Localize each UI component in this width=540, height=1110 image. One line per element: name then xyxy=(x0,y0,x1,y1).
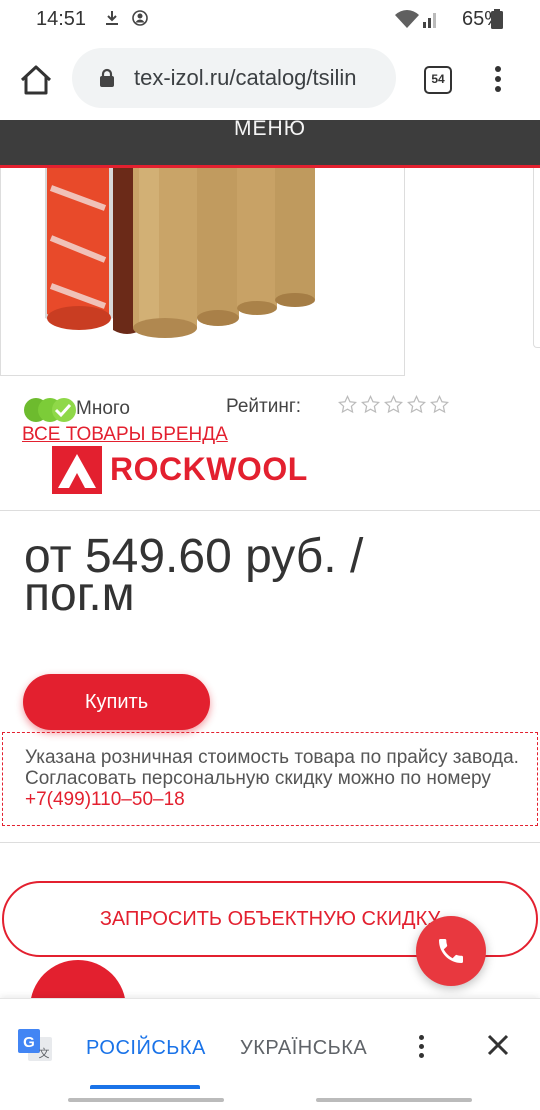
gesture-navigation xyxy=(0,1090,540,1110)
translate-menu-icon[interactable] xyxy=(414,1033,428,1061)
carousel-edge xyxy=(533,168,540,348)
rating-stars[interactable] xyxy=(338,395,449,417)
divider xyxy=(0,842,540,843)
star-icon[interactable] xyxy=(384,395,403,414)
account-icon xyxy=(132,10,148,26)
product-image[interactable] xyxy=(0,168,405,376)
lock-icon xyxy=(100,68,114,87)
translate-tab-russian[interactable]: РОСІЙСЬКА xyxy=(86,1037,206,1060)
browser-toolbar: tex-izol.ru/catalog/tsilin 54 xyxy=(0,38,540,120)
tab-switcher-button[interactable]: 54 xyxy=(424,66,452,94)
download-icon xyxy=(106,11,118,25)
notice-text: Указана розничная стоимость товара по пр… xyxy=(25,747,519,789)
star-icon[interactable] xyxy=(338,395,357,414)
home-icon[interactable] xyxy=(16,60,56,100)
buy-button[interactable]: Купить xyxy=(23,674,210,730)
price-notice: Указана розничная стоимость товара по пр… xyxy=(2,732,538,826)
svg-text:G: G xyxy=(23,1034,35,1051)
wifi-icon xyxy=(395,10,419,28)
signal-icon xyxy=(423,13,436,28)
rockwool-mark-icon xyxy=(52,446,102,494)
url-text: tex-izol.ru/catalog/tsilin xyxy=(134,65,357,90)
all-brand-products-link[interactable]: ВСЕ ТОВАРЫ БРЕНДА xyxy=(22,424,228,446)
brand-wordmark: ROCKWOOL xyxy=(110,451,308,487)
call-button[interactable] xyxy=(416,916,486,986)
brand-logo[interactable]: ROCKWOOL xyxy=(52,446,332,496)
rating-label: Рейтинг: xyxy=(226,396,302,417)
star-icon[interactable] xyxy=(407,395,426,414)
status-bar: 14:51 65% xyxy=(0,0,540,38)
status-time: 14:51 xyxy=(36,8,87,30)
translate-bar: G 文 РОСІЙСЬКА УКРАЇНСЬКА xyxy=(0,998,540,1090)
battery-icon xyxy=(491,9,503,29)
address-bar[interactable]: tex-izol.ru/catalog/tsilin xyxy=(72,48,396,108)
site-menu-bar[interactable]: МЕНЮ xyxy=(0,117,540,168)
divider xyxy=(0,510,540,511)
availability-text: Много xyxy=(76,398,130,419)
phone-icon xyxy=(439,939,463,963)
star-icon[interactable] xyxy=(430,395,449,414)
in-stock-icon xyxy=(24,398,76,422)
browser-menu-icon[interactable] xyxy=(486,64,510,96)
google-translate-icon: G 文 xyxy=(18,1029,52,1061)
close-icon[interactable] xyxy=(484,1031,512,1059)
product-price: от 549.60 руб. / пог.м xyxy=(24,530,364,621)
active-tab-indicator xyxy=(90,1085,200,1089)
svg-text:文: 文 xyxy=(39,1046,50,1060)
star-icon[interactable] xyxy=(361,395,380,414)
translate-tab-ukrainian[interactable]: УКРАЇНСЬКА xyxy=(240,1037,367,1060)
insulation-rolls-image xyxy=(45,168,315,338)
menu-label: МЕНЮ xyxy=(234,117,306,140)
notice-phone-link[interactable]: +7(499)110–50–18 xyxy=(25,789,185,810)
